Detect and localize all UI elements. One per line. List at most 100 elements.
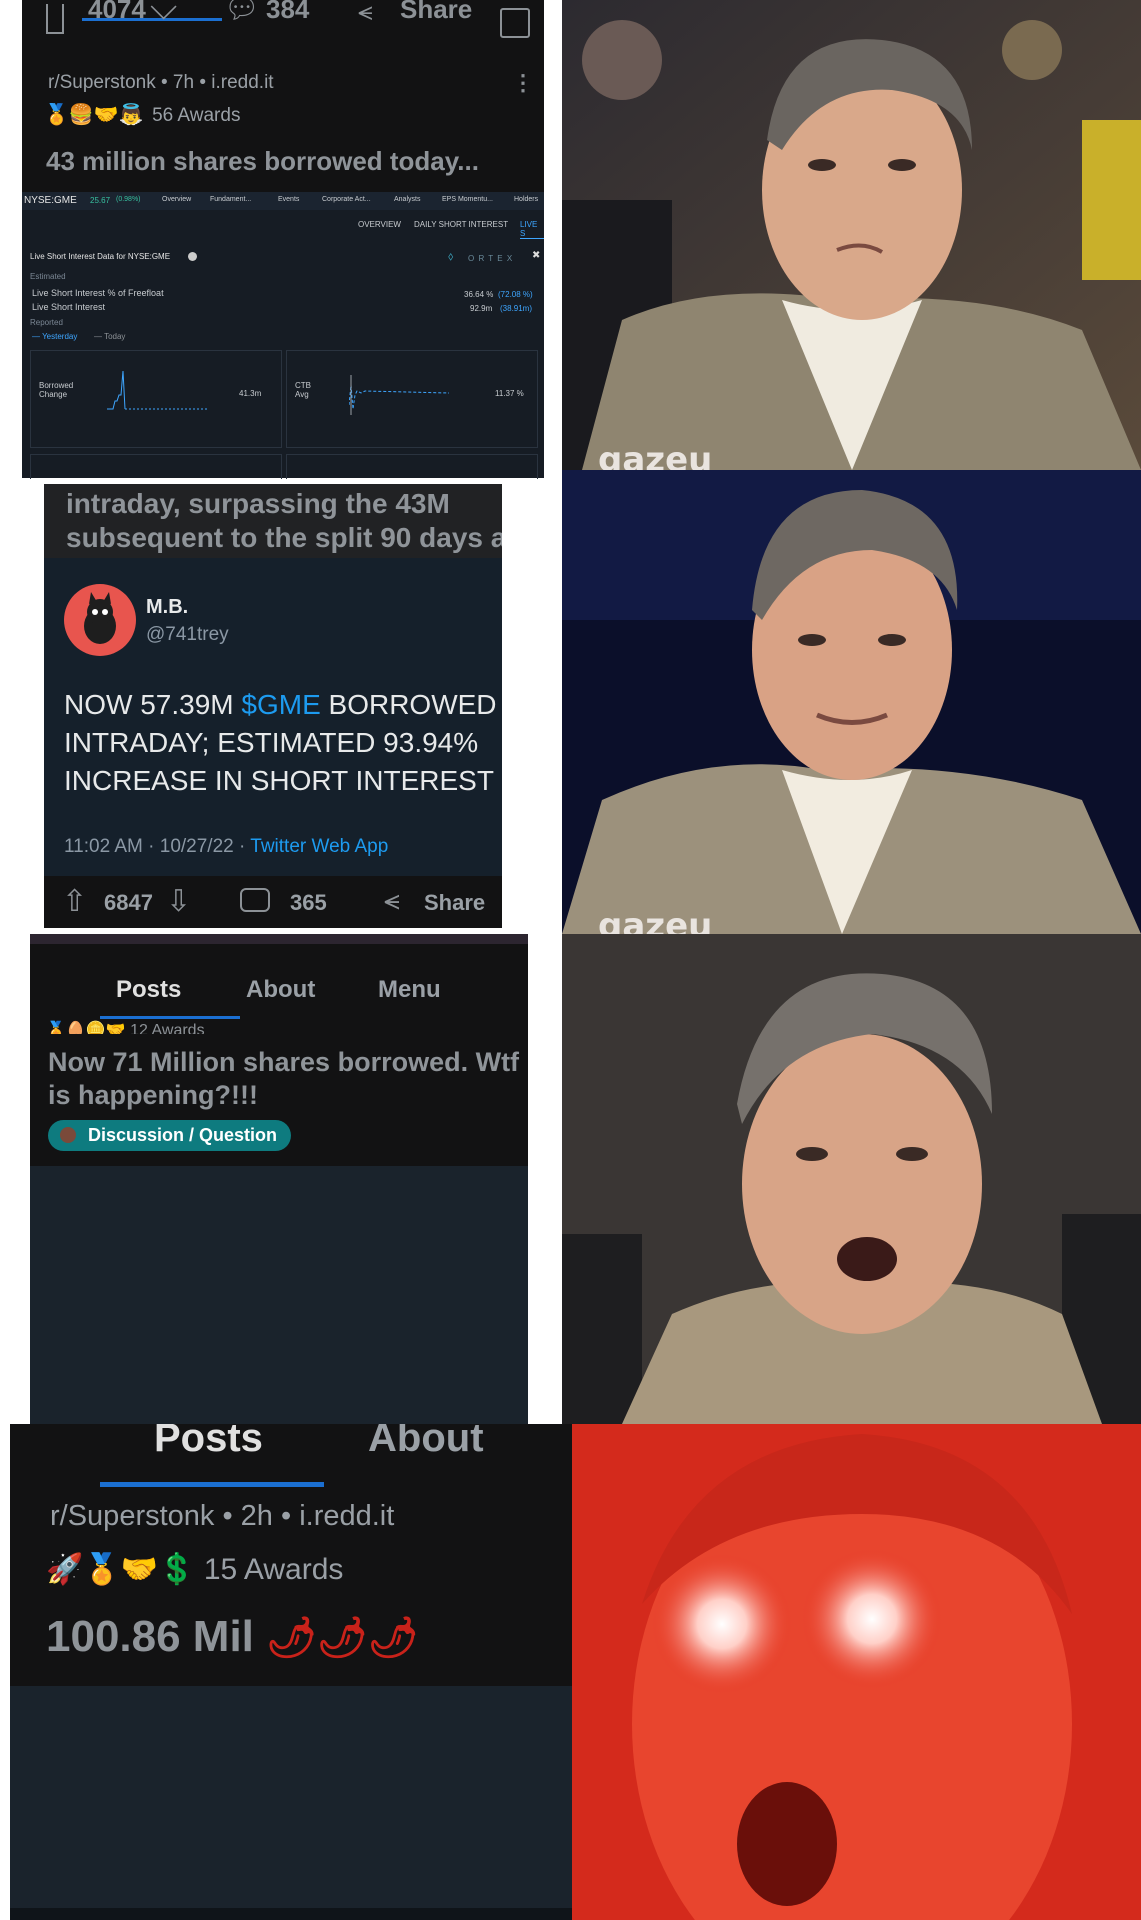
reported-label: Reported <box>30 318 63 327</box>
row2-value: 92.9m <box>470 304 493 313</box>
tweet-source-link[interactable]: Twitter Web App <box>250 836 388 857</box>
awards-count: 56 Awards <box>152 105 241 126</box>
tab-underline <box>100 1016 240 1019</box>
face-photo-excited <box>562 934 1141 1424</box>
share-icon[interactable]: ⪪ <box>384 884 400 917</box>
face-photo-glowing-eyes <box>572 1424 1141 1920</box>
panel-4-header: Posts About r/Superstonk • 2h • i.redd.i… <box>10 1424 572 1686</box>
post-title[interactable]: 100.86 Mil 🌶🌶🌶 <box>46 1612 418 1662</box>
ortex-tab[interactable]: Overview <box>162 196 191 203</box>
downvote-icon[interactable]: ⌵ <box>150 0 177 29</box>
post-meta: r/Superstonk • 7h • i.redd.it <box>48 72 274 93</box>
tab-posts[interactable]: Posts <box>116 976 181 1004</box>
tweet-line: INCREASE IN SHORT INTEREST (! <box>64 765 502 796</box>
mini-chart-ctb: CTB Avg 11.37 % <box>286 350 538 448</box>
tweet-time: 11:02 AM · 10/27/22 · <box>64 836 251 857</box>
ortex-tab[interactable]: Corporate Act... <box>322 196 371 203</box>
row2-prev: (38.91m) <box>500 304 533 313</box>
comment-icon[interactable]: 💬︎ <box>224 0 260 25</box>
comment-icon[interactable] <box>240 888 270 912</box>
tweet-author-handle[interactable]: @741trey <box>146 624 229 646</box>
tab-about[interactable]: About <box>368 1424 484 1461</box>
legend-yesterday: — Yesterday <box>32 332 78 341</box>
flair-badge[interactable]: Discussion / Question <box>48 1120 292 1151</box>
awards-count: 12 Awards <box>130 1022 205 1034</box>
share-label[interactable]: Share <box>424 890 485 916</box>
estimated-label: Estimated <box>30 272 66 281</box>
post-text-header: intraday, surpassing the 43M subsequent … <box>44 484 502 558</box>
ortex-brand: O R T E X <box>468 254 514 263</box>
top-action-bar: 4074 ⌵ 💬︎ 384 ⪪ Share <box>22 0 544 40</box>
tweet-line: NOW 57.39M $GME BORROWED <box>64 686 502 724</box>
add-icon[interactable] <box>500 8 530 38</box>
post-text-line: intraday, surpassing the 43M <box>66 488 450 519</box>
post-meta: r/Superstonk • 2h • i.redd.it <box>50 1500 395 1532</box>
help-icon <box>188 252 197 261</box>
tweet-text: NOW 57.39M $GME BORROWED INTRADAY; ESTIM… <box>64 686 502 800</box>
award-icon: 🏅🥚🪙🤝 <box>46 1022 126 1034</box>
ortex-tab[interactable]: EPS Momentu... <box>442 196 493 203</box>
face-photo-interested: gazeu <box>562 470 1141 934</box>
upvote-icon[interactable] <box>46 4 64 34</box>
ortex-tab[interactable]: Holders <box>514 196 538 203</box>
tweet-timestamp: 11:02 AM · 10/27/22 · Twitter Web App <box>64 836 388 858</box>
vote-count: 6847 <box>104 890 153 915</box>
ortex-subtab[interactable]: LIVE S <box>520 220 544 239</box>
comment-count: 384 <box>266 0 310 24</box>
ctb-sparkline <box>349 375 449 415</box>
chili-pepper-icon: 🌶🌶🌶 <box>266 1616 419 1660</box>
post-title[interactable]: 43 million shares borrowed today... <box>46 146 479 177</box>
tab-about[interactable]: About <box>246 976 315 1004</box>
excited-face-illustration <box>562 934 1141 1424</box>
row2-label: Live Short Interest <box>32 302 106 312</box>
ortex-tab[interactable]: Fundament... <box>210 196 251 203</box>
interested-face-illustration <box>562 470 1141 934</box>
ortex-tabbar: NYSE:GME 25.67 (0.98%) Overview Fundamen… <box>22 192 544 210</box>
tab-posts[interactable]: Posts <box>154 1424 263 1461</box>
action-bar: ⇧ 6847 ⇩ 365 ⪪ Share <box>44 876 502 928</box>
share-label[interactable]: Share <box>400 0 472 25</box>
ortex-tab[interactable]: Events <box>278 196 299 203</box>
panel-4-post: Posts About r/Superstonk • 2h • i.redd.i… <box>10 1424 572 1920</box>
upvote-icon[interactable]: ⇧ <box>62 884 87 919</box>
tweet-author-name[interactable]: M.B. <box>146 596 188 619</box>
mini-chart-stub <box>30 454 282 479</box>
bottom-strip <box>10 1908 572 1920</box>
expand-icon[interactable]: ✖ <box>532 250 540 261</box>
cat-avatar-icon <box>84 592 116 644</box>
ortex-ticker: NYSE:GME <box>24 195 77 206</box>
mini-chart-value: 11.37 % <box>495 389 524 398</box>
mini-chart-label: Borrowed Change <box>39 381 74 399</box>
top-strip <box>30 934 528 944</box>
watermark: gazeu <box>598 440 713 470</box>
mini-chart-label: CTB Avg <box>295 381 311 399</box>
mini-chart-value: 41.3m <box>239 389 262 398</box>
share-icon[interactable]: ⪪ <box>358 0 373 28</box>
more-options-icon[interactable]: ⋮ <box>512 70 534 96</box>
avatar[interactable] <box>64 584 136 656</box>
post-title-line: is happening?!!! <box>48 1080 258 1110</box>
award-icon: 🏅🍔🤝👼 <box>44 104 144 126</box>
panel-1-post: 4074 ⌵ 💬︎ 384 ⪪ Share r/Superstonk • 7h … <box>22 0 544 479</box>
legend-today-label: Today <box>104 332 126 341</box>
ortex-subtab[interactable]: DAILY SHORT INTEREST <box>414 220 508 229</box>
flair-icon <box>60 1127 76 1143</box>
tab-menu[interactable]: Menu <box>378 976 441 1004</box>
panel-2-post: intraday, surpassing the 43M subsequent … <box>44 484 502 928</box>
mini-chart-stub <box>286 454 538 479</box>
ortex-screenshot: NYSE:GME 25.67 (0.98%) Overview Fundamen… <box>22 192 544 479</box>
tweet-line: INTRADAY; ESTIMATED 93.94% <box>64 727 479 758</box>
downvote-icon[interactable]: ⇩ <box>166 884 191 919</box>
tweet-text-part: NOW 57.39M <box>64 689 242 720</box>
vote-count: 4074 <box>88 0 146 24</box>
cashtag-link[interactable]: $GME <box>241 689 320 720</box>
panel-3-post: Posts About Menu 🏅🥚🪙🤝 12 Awards Now 71 M… <box>30 934 528 1424</box>
awards-row: 🏅🥚🪙🤝 12 Awards <box>46 1020 205 1034</box>
post-text-line: subsequent to the split 90 days a <box>66 522 502 553</box>
ortex-subtab[interactable]: OVERVIEW <box>358 220 401 229</box>
post-title[interactable]: Now 71 Million shares borrowed. Wtf is h… <box>48 1046 519 1112</box>
ortex-tab[interactable]: Analysts <box>394 196 420 203</box>
flair-label: Discussion / Question <box>88 1125 278 1145</box>
mini-chart-borrowed: Borrowed Change 41.3m <box>30 350 282 448</box>
ortex-subtabs: OVERVIEW DAILY SHORT INTEREST LIVE S <box>22 218 544 239</box>
